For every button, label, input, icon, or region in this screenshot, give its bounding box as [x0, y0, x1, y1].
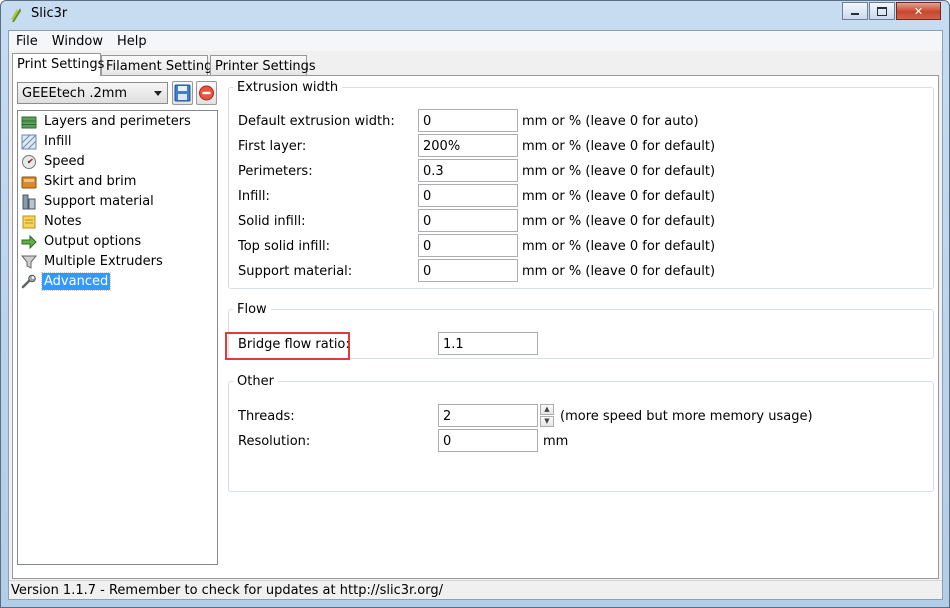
sidebar-item-label: Skirt and brim [44, 174, 137, 189]
funnel-icon [21, 255, 37, 269]
tab-filament-settings[interactable]: Filament Settings [101, 55, 219, 75]
delete-icon [199, 85, 214, 101]
perimeters-width-label: Perimeters: [238, 164, 313, 179]
infill-width-field[interactable]: 0 [418, 184, 518, 207]
menu-window[interactable]: Window [45, 34, 110, 49]
support-icon [22, 194, 36, 209]
tab-print-settings[interactable]: Print Settings [12, 53, 104, 76]
extrusion-width-group: Extrusion width [228, 80, 934, 289]
menu-help[interactable]: Help [110, 34, 154, 49]
spin-up-icon[interactable]: ▲ [540, 404, 554, 415]
support-material-width-unit: mm or % (leave 0 for default) [522, 264, 716, 279]
sidebar-item-notes[interactable]: Notes [21, 212, 84, 231]
infill-width-label: Infill: [238, 189, 270, 204]
support-material-width-field[interactable]: 0 [418, 259, 518, 282]
resolution-field[interactable]: 0 [438, 429, 538, 452]
sidebar-item-infill[interactable]: Infill [21, 132, 74, 151]
threads-unit: (more speed but more memory usage) [560, 409, 813, 424]
infill-icon [21, 134, 37, 149]
maximize-icon [877, 6, 887, 16]
sidebar-item-label: Multiple Extruders [44, 254, 163, 269]
sidebar-item-support-material[interactable]: Support material [21, 192, 156, 211]
settings-tabs: Print Settings Filament Settings Printer… [9, 53, 942, 76]
perimeters-width-unit: mm or % (leave 0 for default) [522, 164, 716, 179]
close-icon: ✕ [913, 4, 924, 18]
support-material-width-label: Support material: [238, 264, 353, 279]
first-layer-width-field[interactable]: 200% [418, 134, 518, 157]
slic3r-logo-icon [11, 8, 21, 22]
default-extrusion-width-label: Default extrusion width: [238, 114, 395, 129]
default-extrusion-width-field[interactable]: 0 [418, 109, 518, 132]
minimize-button[interactable] [842, 2, 868, 20]
sidebar-item-label: Support material [44, 194, 154, 209]
solid-infill-width-field[interactable]: 0 [418, 209, 518, 232]
first-layer-width-label: First layer: [238, 139, 307, 154]
status-bar: Version 1.1.7 - Remember to check for up… [9, 580, 942, 599]
top-solid-infill-width-unit: mm or % (leave 0 for default) [522, 239, 716, 254]
minimize-icon [851, 12, 859, 15]
bridge-flow-ratio-label: Bridge flow ratio: [238, 337, 350, 352]
sidebar-item-multiple-extruders[interactable]: Multiple Extruders [21, 252, 165, 271]
preset-dropdown[interactable]: GEEEtech .2mm [17, 82, 168, 104]
infill-width-unit: mm or % (leave 0 for default) [522, 189, 716, 204]
menu-file[interactable]: File [9, 34, 45, 49]
threads-label: Threads: [238, 409, 295, 424]
settings-category-tree: Layers and perimeters Infill Speed Skirt… [17, 110, 218, 565]
title-bar[interactable]: Slic3r ✕ [1, 1, 949, 29]
solid-infill-width-unit: mm or % (leave 0 for default) [522, 214, 716, 229]
delete-preset-button[interactable] [196, 81, 217, 105]
app-window: Slic3r ✕ File Window Help Print Settings… [0, 0, 950, 608]
tab-printer-settings[interactable]: Printer Settings [210, 55, 316, 75]
solid-infill-width-label: Solid infill: [238, 214, 306, 229]
menu-bar: File Window Help [9, 31, 942, 51]
layers-icon [21, 116, 37, 128]
top-solid-infill-width-label: Top solid infill: [238, 239, 331, 254]
sidebar-item-output-options[interactable]: Output options [21, 232, 143, 251]
skirt-icon [21, 176, 37, 188]
notes-icon [22, 215, 36, 228]
sidebar-item-speed[interactable]: Speed [21, 152, 87, 171]
print-settings-panel: GEEEtech .2mm Layers and perimeters Infi… [12, 75, 939, 579]
close-button[interactable]: ✕ [896, 2, 941, 20]
sidebar-item-label: Infill [44, 134, 72, 149]
first-layer-width-unit: mm or % (leave 0 for default) [522, 139, 716, 154]
perimeters-width-field[interactable]: 0.3 [418, 159, 518, 182]
sidebar-item-label: Notes [44, 214, 82, 229]
sidebar-item-label: Output options [44, 234, 142, 249]
sidebar-item-skirt-and-brim[interactable]: Skirt and brim [21, 172, 138, 191]
output-icon [21, 234, 37, 249]
sidebar-item-advanced[interactable]: Advanced [21, 272, 112, 291]
window-title: Slic3r [31, 6, 68, 21]
maximize-button[interactable] [869, 2, 895, 20]
sidebar-item-label: Layers and perimeters [44, 114, 191, 129]
resolution-label: Resolution: [238, 434, 311, 449]
speed-icon [22, 154, 36, 169]
save-icon [174, 84, 191, 102]
bridge-flow-ratio-field[interactable]: 1.1 [438, 332, 538, 355]
save-preset-button[interactable] [172, 81, 193, 105]
top-solid-infill-width-field[interactable]: 0 [418, 234, 518, 257]
spin-down-icon[interactable]: ▼ [540, 416, 554, 427]
chevron-down-icon [154, 91, 162, 96]
default-extrusion-width-unit: mm or % (leave 0 for auto) [522, 114, 699, 129]
sidebar-item-label: Advanced [40, 272, 112, 291]
resolution-unit: mm [543, 434, 569, 449]
preset-selected-value: GEEEtech .2mm [22, 86, 128, 101]
other-title: Other [237, 374, 274, 389]
sidebar-item-label: Speed [44, 154, 85, 169]
extrusion-width-title: Extrusion width [237, 80, 339, 95]
threads-field[interactable]: 2 [438, 404, 538, 427]
status-text: Version 1.1.7 - Remember to check for up… [11, 583, 443, 598]
other-group: Other [228, 374, 934, 492]
sidebar-item-layers-and-perimeters[interactable]: Layers and perimeters [21, 112, 193, 131]
main-client: File Window Help Print Settings Filament… [8, 30, 943, 600]
threads-spinner[interactable]: ▲ ▼ [540, 404, 554, 427]
wrench-icon [21, 274, 36, 288]
flow-title: Flow [237, 302, 267, 317]
